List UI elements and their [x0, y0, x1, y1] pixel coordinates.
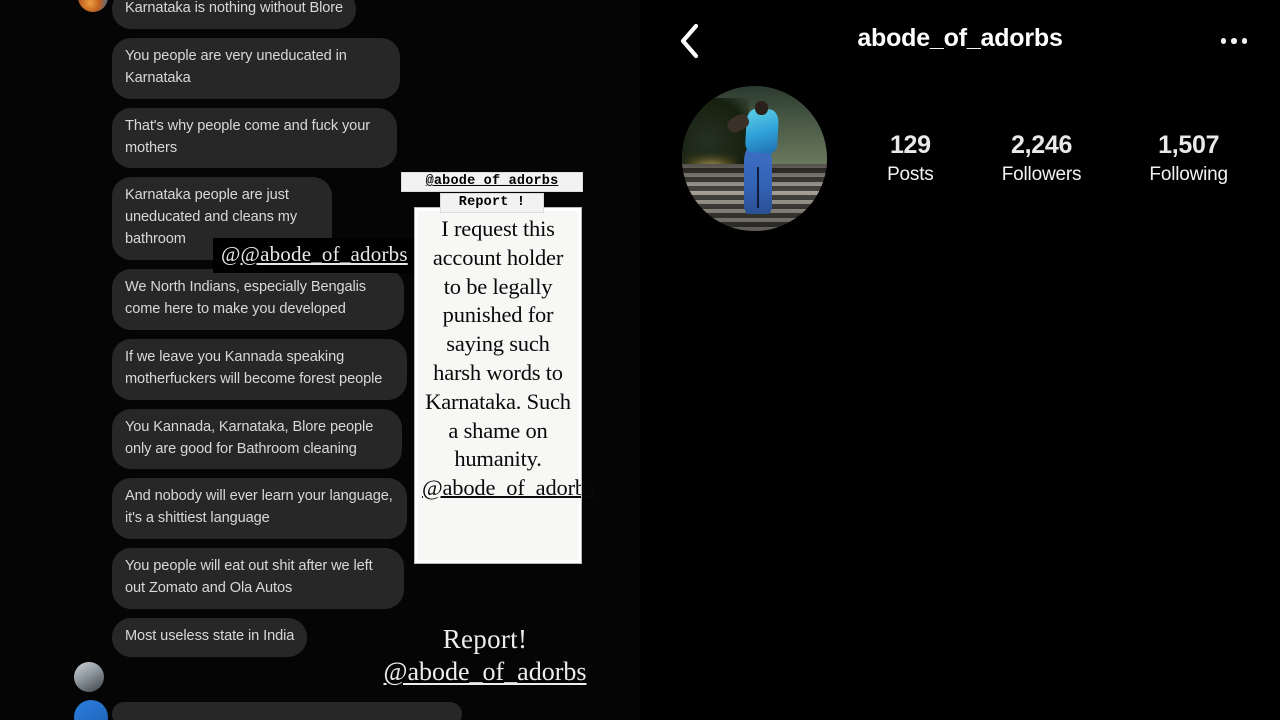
chat-message: You people will eat out shit after we le… [112, 548, 412, 610]
stat-following[interactable]: 1,507 Following [1149, 131, 1228, 186]
stat-posts-count: 129 [889, 131, 931, 159]
report-card-header: @abode_of_adorbs Report ! [401, 172, 583, 213]
chat-message: Karnataka is nothing without Blore [112, 0, 412, 29]
stat-following-label: Following [1149, 164, 1228, 185]
report-card-body-text: I request this account holder to be lega… [425, 216, 571, 472]
pfp-person-leg-gap [757, 167, 760, 208]
avatar [78, 0, 108, 12]
stat-posts-label: Posts [887, 164, 934, 185]
ellipsis-icon [1220, 38, 1227, 44]
report-card: I request this account holder to be lega… [414, 207, 595, 564]
report-card-body: I request this account holder to be lega… [422, 215, 595, 503]
stat-following-count: 1,507 [1158, 131, 1220, 159]
stat-followers-label: Followers [1001, 164, 1082, 185]
chat-message: We North Indians, especially Bengalis co… [112, 269, 412, 330]
profile-username: abode_of_adorbs [857, 24, 1063, 52]
overlay-handle-text: @abode_of_adorbs [240, 242, 408, 266]
report-bottom-handle: @abode_of_adorbs [383, 657, 587, 686]
chat-bubble-text: And nobody will ever learn your language… [112, 478, 407, 540]
stat-posts[interactable]: 129 Posts [887, 131, 934, 186]
chat-message: You people are very uneducated in Karnat… [112, 37, 412, 99]
avatar [74, 662, 104, 692]
chat-bubble-text: You people are very uneducated in Karnat… [112, 37, 400, 99]
chat-bubble-text: If we leave you Kannada speaking motherf… [112, 338, 407, 400]
overlay-handle-tag: @@abode_of_adorbs [213, 238, 416, 273]
report-bottom-word: Report! [442, 624, 528, 654]
chat-bubble-text: Karnataka is nothing without Blore [112, 0, 357, 29]
chat-message: If we leave you Kannada speaking motherf… [112, 338, 412, 400]
profile-header-row: 129 Posts 2,246 Followers 1,507 Followin… [640, 86, 1280, 231]
stat-followers-count: 2,246 [1010, 131, 1073, 159]
chat-message-list: Karnataka is nothing without Blore You p… [112, 0, 412, 666]
more-options-button[interactable] [1214, 26, 1254, 56]
chat-bubble-text: That's why people come and fuck your mot… [112, 107, 397, 169]
chat-bubble-text: Most useless state in India [112, 618, 308, 657]
report-bottom-overlay: Report! @abode_of_adorbs [360, 624, 610, 687]
avatar [74, 700, 108, 720]
profile-stats: 129 Posts 2,246 Followers 1,507 Followin… [827, 131, 1280, 186]
screen-root: Karnataka is nothing without Blore You p… [0, 0, 1280, 720]
stat-followers[interactable]: 2,246 Followers [1002, 131, 1082, 186]
chat-message: You Kannada, Karnataka, Blore people onl… [112, 408, 412, 470]
pfp-person-head [754, 100, 768, 115]
pfp-person-torso [744, 108, 779, 154]
instagram-profile-pane: abode_of_adorbs 129 Posts 2,246 Follower… [640, 0, 1280, 720]
profile-picture[interactable] [682, 86, 827, 231]
report-card-handle: @abode_of_adorbs [401, 172, 583, 192]
chat-bubble-partial [112, 702, 462, 720]
chat-bubble-text: We North Indians, especially Bengalis co… [112, 269, 404, 330]
ellipsis-icon [1241, 38, 1248, 44]
profile-topbar: abode_of_adorbs [640, 0, 1280, 82]
chat-screenshot-pane: Karnataka is nothing without Blore You p… [0, 0, 640, 720]
chat-bubble-text: You people will eat out shit after we le… [112, 548, 404, 610]
chat-message: And nobody will ever learn your language… [112, 478, 412, 540]
ellipsis-icon [1231, 38, 1237, 44]
chat-bubble-text: You Kannada, Karnataka, Blore people onl… [112, 408, 402, 470]
chat-message: That's why people come and fuck your mot… [112, 107, 412, 169]
report-card-body-handle: @abode_of_adorbs [422, 475, 595, 501]
report-card-action: Report ! [440, 193, 544, 213]
